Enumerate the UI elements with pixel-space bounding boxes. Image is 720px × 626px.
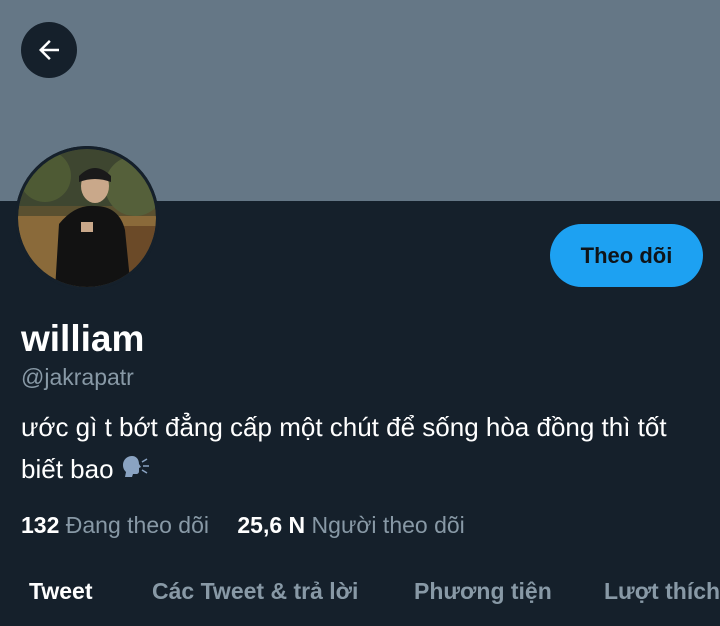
followers-stat[interactable]: 25,6 N Người theo dõi [237, 512, 464, 539]
followers-label: Người theo dõi [311, 512, 465, 538]
following-count: 132 [21, 512, 60, 538]
username-handle: @jakrapatr [21, 364, 134, 390]
tab-tweets[interactable]: Tweet [29, 578, 92, 605]
follow-button[interactable]: Theo dõi [550, 224, 703, 287]
display-name: william [21, 318, 145, 359]
profile-bio: ước gì t bớt đẳng cấp một chút để sống h… [21, 406, 701, 492]
back-arrow-icon [39, 40, 59, 60]
profile-tabs: Tweet Các Tweet & trả lời Phương tiện Lư… [0, 570, 720, 618]
following-stat[interactable]: 132 Đang theo dõi [21, 512, 209, 539]
tab-likes[interactable]: Lượt thích [604, 578, 720, 605]
speaking-head-icon [120, 450, 150, 492]
follow-button-label: Theo dõi [580, 242, 673, 268]
profile-stats: 132 Đang theo dõi 25,6 N Người theo dõi [21, 512, 465, 539]
avatar-photo [15, 146, 159, 290]
following-label: Đang theo dõi [65, 512, 209, 538]
tab-tweets-and-replies[interactable]: Các Tweet & trả lời [152, 578, 358, 605]
back-button[interactable] [21, 22, 77, 78]
bio-text: ước gì t bớt đẳng cấp một chút để sống h… [21, 412, 667, 484]
avatar[interactable] [15, 146, 159, 290]
tab-media[interactable]: Phương tiện [414, 578, 552, 605]
followers-count: 25,6 N [237, 512, 306, 538]
